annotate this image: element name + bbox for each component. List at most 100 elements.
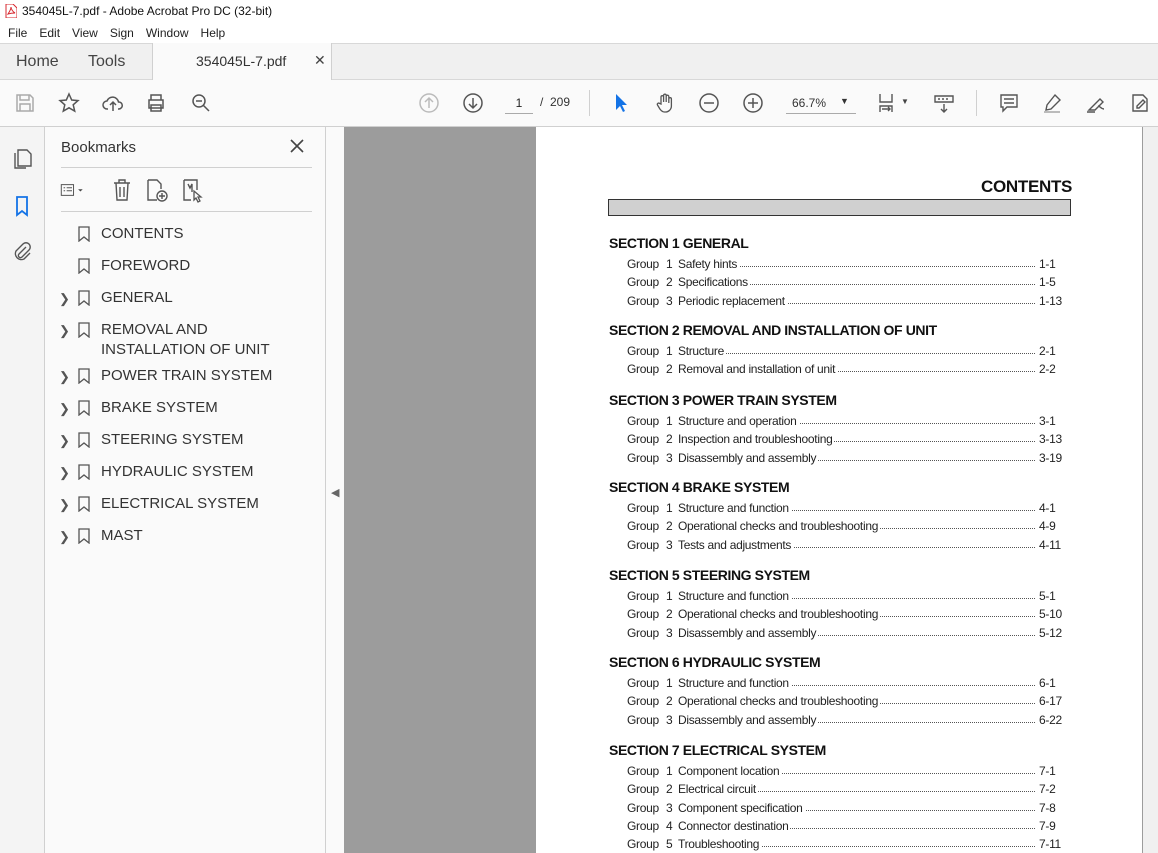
- bookmark-from-structure-icon[interactable]: [180, 177, 206, 203]
- group-title: Tests and adjustments: [678, 537, 794, 552]
- group-number: 3: [666, 293, 673, 308]
- chevron-right-icon[interactable]: ❯: [59, 291, 70, 307]
- group-number: 2: [666, 782, 673, 797]
- group-number: 4: [666, 818, 673, 833]
- page-fit-icon[interactable]: [876, 91, 900, 115]
- toc-row[interactable]: Group 3 Disassembly and assembly 5-12: [627, 625, 1062, 640]
- group-word: Group: [627, 257, 659, 271]
- menu-window[interactable]: Window: [140, 26, 195, 40]
- zoom-out-icon[interactable]: [697, 91, 721, 115]
- highlight-pen-icon[interactable]: [1040, 91, 1064, 115]
- toc-row[interactable]: Group 2 Operational checks and troubleshoo…: [627, 607, 1062, 622]
- delete-bookmark-icon[interactable]: [109, 177, 135, 203]
- toc-row[interactable]: Group 2 Electrical circuit 7-2: [627, 782, 1061, 797]
- scroll-mode-icon[interactable]: [932, 91, 956, 115]
- toc-row[interactable]: Group 4 Connector destination 7-9: [627, 818, 1061, 833]
- acrobat-app-icon: [5, 4, 17, 18]
- group-title: Component location: [678, 764, 782, 778]
- page-reference: 4-9: [1037, 519, 1061, 534]
- bookmark-label: REMOVAL AND INSTALLATION OF UNIT: [101, 321, 270, 358]
- group-word: Group: [627, 519, 659, 534]
- group-title: Electrical circuit: [678, 782, 758, 797]
- bookmark-label: BRAKE SYSTEM: [101, 399, 218, 416]
- tab-home[interactable]: Home: [16, 53, 59, 71]
- select-cursor-icon[interactable]: [609, 91, 633, 115]
- group-number: 2: [666, 275, 673, 290]
- tab-close-icon[interactable]: ✕: [314, 52, 326, 69]
- menu-help[interactable]: Help: [195, 26, 232, 40]
- group-title: Structure: [678, 344, 726, 358]
- page-thumbnails-icon[interactable]: [10, 147, 34, 171]
- chevron-right-icon[interactable]: ❯: [59, 369, 70, 385]
- chevron-right-icon[interactable]: ❯: [59, 529, 70, 545]
- group-number: 3: [666, 712, 673, 727]
- toc-row[interactable]: Group 1 Component location 7-1: [627, 764, 1061, 778]
- right-scroll-strip[interactable]: [1143, 127, 1158, 853]
- sign-icon[interactable]: [1084, 91, 1108, 115]
- toc-row[interactable]: Group 1 Safety hints 1-1: [627, 257, 1061, 271]
- toc-row[interactable]: Group 1 Structure and operation 3-1: [627, 414, 1061, 428]
- page-reference: 3-13: [1037, 432, 1062, 447]
- menu-sign[interactable]: Sign: [104, 26, 140, 40]
- hand-tool-icon[interactable]: [653, 91, 677, 115]
- toc-row[interactable]: Group 1 Structure 2-1: [627, 344, 1061, 358]
- toc-row[interactable]: Group 2 Removal and installation of unit 2-…: [627, 362, 1061, 377]
- chevron-right-icon[interactable]: ❯: [59, 433, 70, 449]
- menu-view[interactable]: View: [66, 26, 104, 40]
- tab-tools[interactable]: Tools: [88, 53, 125, 71]
- chevron-right-icon[interactable]: ❯: [59, 497, 70, 513]
- chevron-right-icon[interactable]: ❯: [59, 465, 70, 481]
- toc-row[interactable]: Group 5 Troubleshooting 7-11: [627, 837, 1061, 852]
- group-word: Group: [627, 694, 659, 709]
- group-word: Group: [627, 800, 659, 815]
- upload-cloud-icon[interactable]: [101, 91, 125, 115]
- menu-edit[interactable]: Edit: [33, 26, 66, 40]
- group-word: Group: [627, 450, 659, 465]
- bookmark-options-icon[interactable]: [59, 177, 85, 203]
- tab-document[interactable]: 354045L-7.pdf ✕: [152, 43, 332, 80]
- toc-row[interactable]: Group 3 Component specification 7-8: [627, 800, 1061, 815]
- comment-icon[interactable]: [997, 91, 1021, 115]
- toc-row[interactable]: Group 2 Specifications 1-5: [627, 275, 1061, 290]
- toc-row[interactable]: Group 2 Operational checks and troubleshoo…: [627, 694, 1062, 709]
- page-reference: 3-1: [1037, 414, 1061, 428]
- page-reference: 2-1: [1037, 344, 1061, 358]
- toc-row[interactable]: Group 3 Tests and adjustments 4-11: [627, 537, 1061, 552]
- menu-file[interactable]: File: [2, 26, 33, 40]
- section-heading: SECTION 7 ELECTRICAL SYSTEM: [609, 742, 826, 758]
- next-page-icon[interactable]: [461, 91, 485, 115]
- toc-row[interactable]: Group 1 Structure and function 4-1: [627, 501, 1061, 515]
- group-word: Group: [627, 589, 659, 603]
- toc-row[interactable]: Group 3 Disassembly and assembly 6-22: [627, 712, 1062, 727]
- zoom-in-icon[interactable]: [741, 91, 765, 115]
- bookmark-panel-icon[interactable]: [10, 194, 34, 218]
- zoom-dropdown[interactable]: 66.7% ▼: [786, 92, 856, 114]
- page-fit-chevron-icon[interactable]: ▼: [901, 97, 909, 106]
- page-reference: 1-5: [1037, 275, 1061, 290]
- close-icon[interactable]: [288, 137, 306, 155]
- toc-row[interactable]: Group 2 Inspection and troubleshooting 3-13: [627, 432, 1062, 447]
- collapse-panel-icon[interactable]: ◀: [331, 486, 339, 499]
- chevron-right-icon[interactable]: ❯: [59, 323, 70, 339]
- toc-row[interactable]: Group 2 Operational checks and troubleshoo…: [627, 519, 1061, 534]
- chevron-right-icon[interactable]: ❯: [59, 401, 70, 417]
- group-number: 1: [666, 676, 673, 690]
- search-zoom-icon[interactable]: [189, 91, 213, 115]
- section-heading: SECTION 3 POWER TRAIN SYSTEM: [609, 392, 837, 408]
- toc-row[interactable]: Group 1 Structure and function 5-1: [627, 589, 1061, 603]
- save-icon[interactable]: [13, 91, 37, 115]
- star-icon[interactable]: [57, 91, 81, 115]
- attachment-icon[interactable]: [10, 240, 34, 264]
- print-icon[interactable]: [144, 91, 168, 115]
- divider: [61, 211, 312, 212]
- page-reference: 5-10: [1037, 607, 1062, 622]
- previous-page-icon[interactable]: [417, 91, 441, 115]
- page-number-input[interactable]: [505, 92, 533, 114]
- toc-row[interactable]: Group 1 Structure and function 6-1: [627, 676, 1061, 690]
- edit-pdf-icon[interactable]: [1128, 91, 1152, 115]
- group-number: 2: [666, 519, 673, 534]
- toc-row[interactable]: Group 3 Periodic replacement 1-13: [627, 293, 1062, 308]
- toolbar-divider: [589, 90, 590, 116]
- toc-row[interactable]: Group 3 Disassembly and assembly 3-19: [627, 450, 1062, 465]
- new-bookmark-icon[interactable]: [144, 177, 170, 203]
